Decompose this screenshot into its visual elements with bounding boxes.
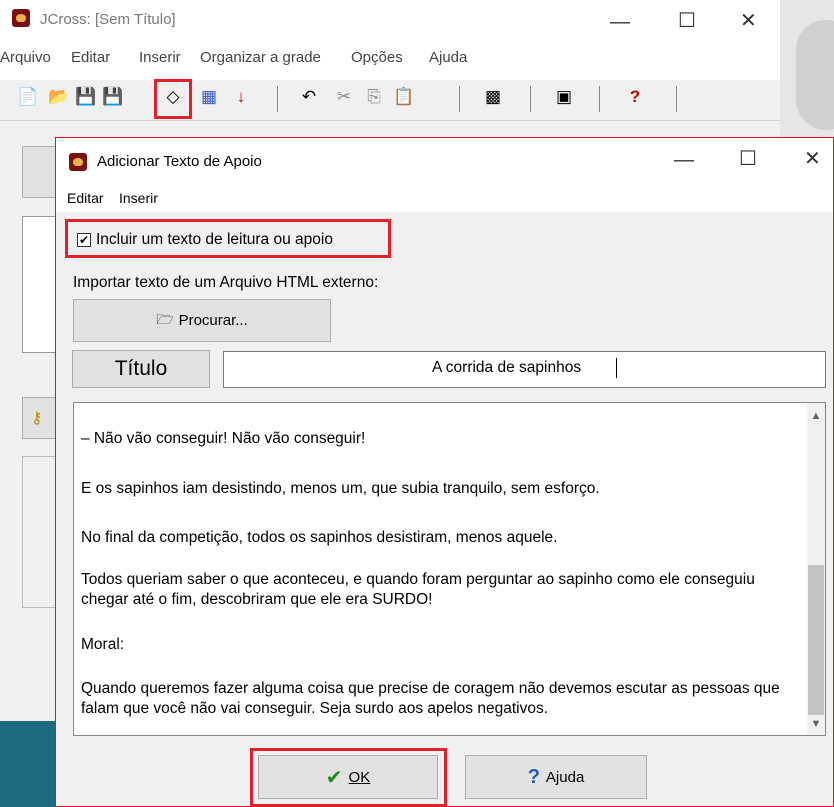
text-cursor [616,358,617,378]
dialog-titlebar: Adicionar Texto de Apoio — ☐ ✕ [56,138,833,182]
menu-editar[interactable]: Editar [71,49,110,66]
scroll-thumb[interactable] [808,565,824,715]
question-icon: ? [527,765,540,788]
grid-fill-icon[interactable]: ▩ [482,86,504,108]
checkmark-icon: ✔ [78,233,90,247]
folder-icon: 🗁 [156,310,174,327]
reading-text-icon[interactable]: ◇ [162,86,184,108]
ok-button[interactable]: ✔ OK [258,755,438,799]
background-taskbar-strip [0,715,60,807]
scroll-up-icon[interactable]: ▲ [807,407,825,425]
title-input[interactable]: A corrida de sapinhos [223,351,826,388]
text-paragraph: – Não vão conseguir! Não vão conseguir! [81,430,366,447]
text-paragraph: Moral: [81,636,125,653]
dialog-menu-inserir[interactable]: Inserir [119,190,158,206]
title-label: Título [114,357,168,380]
background-graphic [796,20,834,130]
menu-organizar-grade[interactable]: Organizar a grade [200,49,321,66]
text-paragraph: Quando queremos fazer alguma coisa que p… [81,680,780,717]
text-paragraph: E os sapinhos iam desistindo, menos um, … [81,480,600,497]
include-text-label[interactable]: Incluir um texto de leitura ou apoio [96,231,333,249]
help-button-label: Ajuda [545,768,585,786]
dialog-menu-editar[interactable]: Editar [67,190,104,206]
maximize-icon[interactable]: ☐ [678,11,696,31]
browse-button[interactable]: 🗁 Procurar... [73,299,331,342]
dialog-app-icon [69,153,87,171]
main-window-title: JCross: [Sem Título] [40,11,176,28]
main-menubar: Arquivo Editar Inserir Organizar a grade… [0,49,780,73]
menu-inserir[interactable]: Inserir [139,49,181,66]
key-icon: ⚷ [31,410,43,427]
check-icon: ✔ [325,766,343,789]
undo-icon[interactable]: ↶ [298,86,320,108]
menu-arquivo[interactable]: Arquivo [0,49,51,66]
toolbar-separator [599,86,600,112]
browse-button-label: Procurar... [178,312,248,329]
app-icon [12,9,30,27]
toolbar-separator [530,86,531,112]
help-button[interactable]: ? Ajuda [465,755,647,799]
close-icon[interactable]: ✕ [740,11,757,31]
menu-opcoes[interactable]: Opções [351,49,403,66]
help-icon[interactable]: ? [624,86,646,108]
import-label: Importar texto de um Arquivo HTML extern… [73,274,379,291]
ok-button-label: OK [348,768,371,786]
grid-icon[interactable]: ▦ [198,86,220,108]
toolbar-separator [277,86,278,112]
text-paragraph: No final da competição, todos os sapinho… [81,529,558,546]
dialog-close-icon[interactable]: ✕ [804,149,821,169]
vertical-scrollbar[interactable]: ▲ ▼ [807,403,825,735]
scroll-down-icon[interactable]: ▼ [807,715,825,733]
include-text-checkbox[interactable]: ✔ [77,233,91,247]
cut-icon[interactable]: ✂ [333,86,355,108]
dialog-menubar: Editar Inserir [56,182,833,212]
title-input-value: A corrida de sapinhos [432,359,582,376]
main-titlebar: JCross: [Sem Título] — ☐ ✕ [0,0,780,40]
text-paragraph: Todos queriam saber o que aconteceu, e q… [81,571,755,608]
paste-icon[interactable]: 📋 [393,86,415,108]
menu-ajuda[interactable]: Ajuda [429,49,467,66]
dialog-maximize-icon[interactable]: ☐ [739,149,757,169]
minimize-icon[interactable]: — [610,12,630,32]
title-label-button[interactable]: Título [72,350,210,388]
toolbar-separator [459,86,460,112]
save-as-icon[interactable]: 💾 [102,86,124,108]
add-support-text-dialog: Adicionar Texto de Apoio — ☐ ✕ Editar In… [55,137,834,807]
save-icon[interactable]: 💾 [75,86,97,108]
dialog-minimize-icon[interactable]: — [674,150,694,170]
copy-icon[interactable]: ⎘ [363,86,385,108]
support-text-area[interactable]: – Não vão conseguir! Não vão conseguir! … [73,402,826,736]
dialog-title: Adicionar Texto de Apoio [97,153,262,170]
web-export-icon[interactable]: ▣ [553,86,575,108]
open-folder-icon[interactable]: 📂 [48,86,70,108]
main-toolbar: 📄 📂 💾 💾 ◇ ▦ ↓ ↶ ✂ ⎘ 📋 ▩ ▣ ? [0,79,780,121]
toolbar-separator [676,86,677,112]
down-arrow-icon[interactable]: ↓ [230,86,252,108]
new-file-icon[interactable]: 📄 [17,86,39,108]
